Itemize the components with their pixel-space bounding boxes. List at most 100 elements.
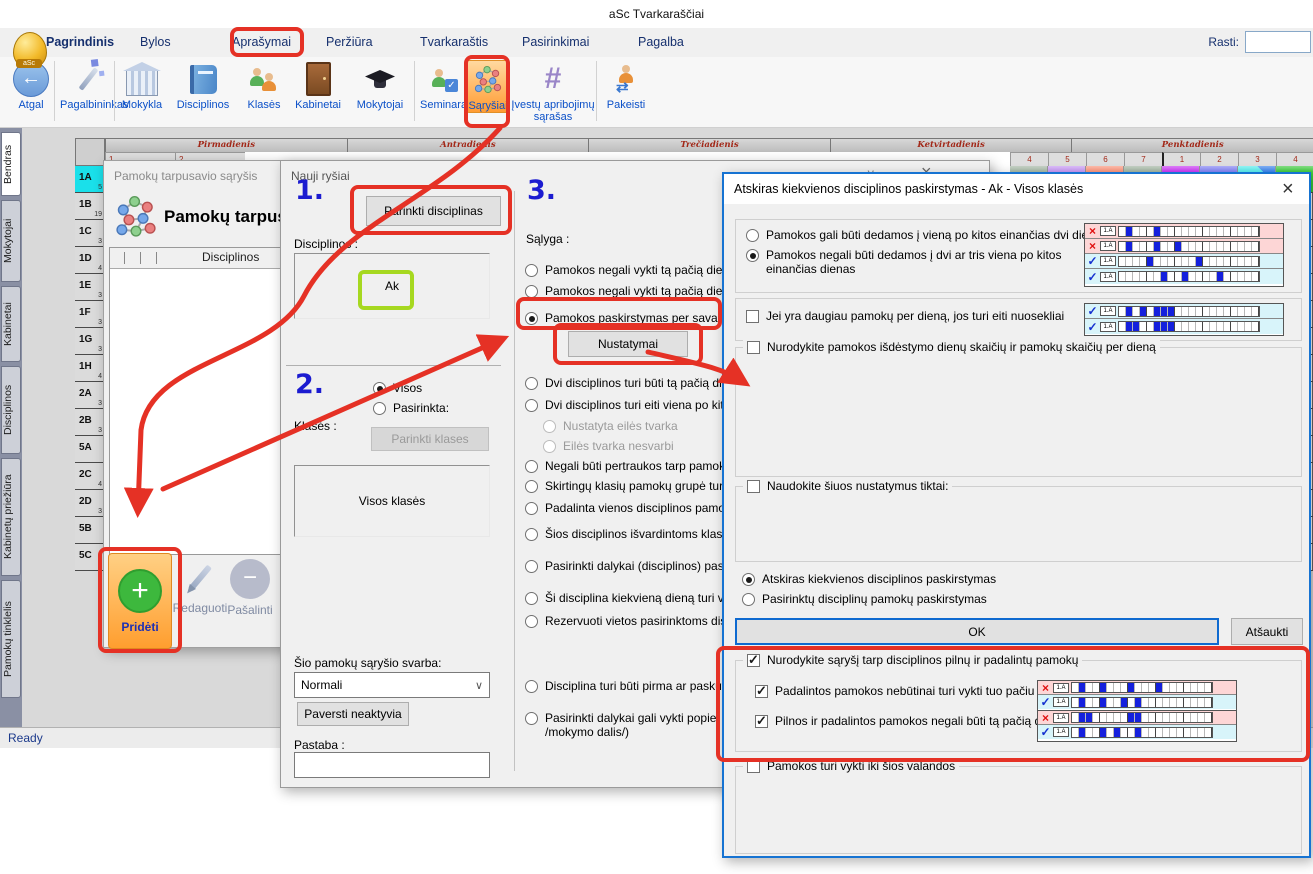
condition-option-0[interactable]: Pamokos negali vykti tą pačią dieną [525,263,736,277]
class-row-label-2b[interactable]: 2B3 [75,409,105,436]
selected-classes-radio[interactable]: Pasirinkta: [373,401,449,415]
checkbox-icon[interactable] [746,310,759,323]
condition-option-10[interactable]: Šios disciplinos išvardintoms klasėms t [525,527,752,541]
check-full-split-relation[interactable]: Nurodykite sąryšį tarp disciplinos pilnų… [743,653,1082,667]
note-input[interactable] [294,752,490,778]
radio-icon[interactable] [525,460,538,473]
toolbar-button-kabinetai[interactable]: Kabinetai [290,60,346,111]
radio-selected-distribution[interactable]: Pasirinktų disciplinų pamokų paskirstyma… [742,592,987,606]
check-sequential[interactable]: Jei yra daugiau pamokų per dieną, jos tu… [746,309,1064,323]
condition-option-5[interactable]: Nustatyta eilės tvarka [543,419,678,433]
checkbox-icon[interactable] [747,341,760,354]
class-row-label-1e[interactable]: 1E3 [75,274,105,301]
radio-icon[interactable] [742,593,755,606]
radio-icon[interactable] [742,573,755,586]
toolbar-button-įvestų-apribojimų-sąrašas[interactable]: #Įvestų apribojimų sąrašas [510,60,596,123]
radio-icon[interactable] [373,402,386,415]
sidebar-tab-mokytojai[interactable]: Mokytojai [1,200,21,282]
condition-option-11[interactable]: Pasirinkti dalykai (disciplinos) pasirin… [525,559,749,573]
sidebar-tab-disciplinos[interactable]: Disciplinos [1,366,21,454]
radio-icon[interactable] [525,592,538,605]
condition-option-3[interactable]: Dvi disciplinos turi būti tą pačią dieną [525,376,742,390]
menu-item-pagalba[interactable]: Pagalba [638,35,684,49]
sidebar-tab-bendras[interactable]: Bendras [1,132,21,196]
condition-option-1[interactable]: Pamokos negali vykti tą pačią dieną vi [525,284,748,298]
checkbox-icon[interactable] [747,480,760,493]
class-row-label-5a[interactable]: 5A [75,436,105,463]
radio-icon[interactable] [525,285,538,298]
menu-item-pagrindinis[interactable]: Pagrindinis [46,35,114,49]
radio-icon[interactable] [525,502,538,515]
condition-option-12[interactable]: Ši disciplina kiekvieną dieną turi vykti… [525,591,748,605]
edit-relation-button[interactable]: Redaguoti [170,559,230,615]
menu-item-tvarkaraštis[interactable]: Tvarkaraštis [420,35,488,49]
checkbox-icon[interactable] [755,715,768,728]
close-icon[interactable]: × [1282,180,1294,198]
toolbar-button-seminarai[interactable]: ✓Seminarai [420,60,466,111]
radio-icon[interactable] [543,420,556,433]
radio-icon[interactable] [746,249,759,262]
radio-consecutive[interactable]: Pamokos gali būti dedamos į vieną po kit… [746,228,1108,242]
toolbar-button-mokytojai[interactable]: Mokytojai [348,60,412,111]
class-row-label-2c[interactable]: 2C4 [75,463,105,490]
ok-button[interactable]: OK [735,618,1219,645]
radio-icon[interactable] [525,560,538,573]
class-row-label-5c[interactable]: 5C [75,544,105,571]
select-disciplines-button[interactable]: Parinkti disciplinas [366,196,501,226]
class-row-label-1b[interactable]: 1B19 [75,193,105,220]
toolbar-button-pagalbininkas[interactable]: Pagalbininkas [60,60,116,111]
toolbar-button-pakeisti[interactable]: ⇄Pakeisti [600,60,652,111]
deactivate-button[interactable]: Paversti neaktyvia [297,702,409,726]
class-row-label-1f[interactable]: 1F3 [75,301,105,328]
condition-option-8[interactable]: Skirtingų klasių pamokų grupė turi vyk [525,479,747,493]
toolbar-button-disciplinos[interactable]: Disciplinos [168,60,238,111]
toolbar-button-mokykla[interactable]: Mokykla [118,60,166,111]
toolbar-button-klasės[interactable]: Klasės [240,60,288,111]
check-split-time[interactable]: Padalintos pamokos nebūtinai turi vykti … [755,684,1068,698]
class-row-label-1c[interactable]: 1C3 [75,220,105,247]
select-classes-button[interactable]: Parinkti klases [371,427,489,451]
checkbox-icon[interactable] [747,760,760,773]
condition-option-2[interactable]: Pamokos paskirstymas per savaitę [525,311,730,325]
check-split-day[interactable]: Pilnos ir padalintos pamokos negali būti… [755,714,1067,728]
condition-option-4[interactable]: Dvi disciplinos turi eiti viena po kitos [525,398,736,412]
radio-icon[interactable] [525,480,538,493]
sidebar-tab-kabinetų-priežiūra[interactable]: Kabinetų priežiūra [1,458,21,576]
importance-select[interactable]: Normali ∨ [294,672,490,698]
menu-item-bylos[interactable]: Bylos [140,35,171,49]
class-row-label-2a[interactable]: 2A3 [75,382,105,409]
menu-item-pasirinkimai[interactable]: Pasirinkimai [522,35,589,49]
toolbar-button-sąryšiai[interactable]: Sąryšiai [466,60,510,113]
check-days-count[interactable]: Nurodykite pamokos išdėstymo dienų skaič… [743,340,1160,354]
radio-icon[interactable] [525,528,538,541]
class-row-label-2d[interactable]: 2D3 [75,490,105,517]
condition-option-15[interactable]: Pasirinkti dalykai gali vykti popiet (vė… [525,711,752,739]
checkbox-icon[interactable] [755,685,768,698]
remove-relation-button[interactable]: − Pašalinti [222,559,278,617]
radio-icon[interactable] [525,377,538,390]
cancel-button[interactable]: Atšaukti [1231,618,1303,645]
radio-icon[interactable] [543,440,556,453]
settings-button[interactable]: Nustatymai [568,331,688,357]
condition-option-9[interactable]: Padalinta vienos disciplinos pamoka tu [525,501,751,515]
radio-icon[interactable] [525,399,538,412]
menu-item-peržiūra[interactable]: Peržiūra [326,35,373,49]
condition-option-7[interactable]: Negali būti pertraukos tarp pamokų gr [525,459,746,473]
class-row-label-1d[interactable]: 1D4 [75,247,105,274]
radio-icon[interactable] [525,712,538,725]
radio-individual-distribution[interactable]: Atskiras kiekvienos disciplinos paskirst… [742,572,996,586]
add-relation-button[interactable]: + Pridėti [108,553,172,649]
radio-icon[interactable] [525,312,538,325]
class-row-label-5b[interactable]: 5B [75,517,105,544]
condition-option-6[interactable]: Eilės tvarka nesvarbi [543,439,674,453]
checkbox-icon[interactable] [747,654,760,667]
menu-item-aprašymai[interactable]: Aprašymai [232,35,291,49]
radio-icon[interactable] [525,264,538,277]
check-use-only[interactable]: Naudokite šiuos nustatymus tiktai: [743,479,952,493]
condition-option-13[interactable]: Rezervuoti vietos pasirinktoms discipli [525,614,747,628]
radio-icon[interactable] [525,680,538,693]
class-row-label-1a[interactable]: 1A5 [75,166,105,193]
radio-icon[interactable] [373,382,386,395]
radio-icon[interactable] [746,229,759,242]
sidebar-tab-pamokų-tinklelis[interactable]: Pamokų tinklelis [1,580,21,698]
